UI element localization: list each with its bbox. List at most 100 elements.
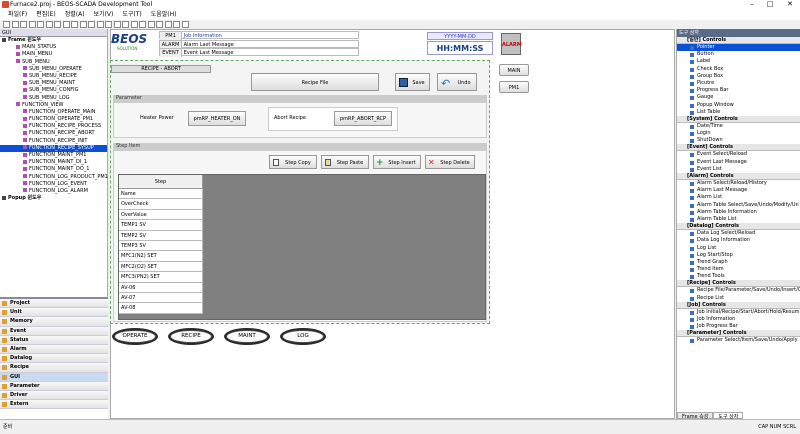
toolbox-item[interactable]: Label (677, 58, 800, 65)
toolbar-button[interactable] (147, 21, 155, 28)
toolbar-button[interactable] (113, 21, 121, 28)
nav-item-memory[interactable]: Memory (0, 317, 108, 327)
close-button[interactable]: ✕ (782, 0, 798, 10)
step-row-label[interactable]: TEMP3 SV (119, 240, 203, 252)
toolbox-item[interactable]: Trend Tools (677, 273, 800, 280)
toolbox-item[interactable]: Recipe File/Parameter/Save/Undo/Insert/C (677, 287, 800, 294)
toolbox-item[interactable]: Event Last Message (677, 159, 800, 166)
toolbox-item[interactable]: Button (677, 51, 800, 58)
toolbox-item[interactable]: Parameter Select/Item/Save/Undo/Apply (677, 337, 800, 344)
toolbox-item[interactable]: List Table (677, 109, 800, 116)
toolbox-item[interactable]: Job Information (677, 316, 800, 323)
step-paste-button[interactable]: Step Paste (321, 155, 369, 169)
panel-tab[interactable]: 도구 상자 (713, 412, 744, 420)
toolbar-button[interactable] (71, 21, 78, 28)
tree-item[interactable]: FUNCTION_MAINT_DO_1 (0, 166, 107, 173)
toolbar-button[interactable] (164, 21, 172, 28)
toolbox-item[interactable]: Trend Graph (677, 259, 800, 266)
tree-item[interactable]: MAIN_STATUS (0, 44, 107, 51)
tree-item[interactable]: SUB_MENU (0, 59, 107, 66)
minimize-button[interactable]: – (744, 0, 760, 10)
save-button[interactable]: Save (395, 73, 430, 91)
nav-item-driver[interactable]: Driver (0, 390, 108, 401)
tree-item[interactable]: FUNCTION_MAINT_DI_1 (0, 159, 107, 166)
toolbar-button[interactable] (54, 21, 61, 28)
toolbar-button[interactable] (122, 21, 129, 28)
toolbar-button[interactable] (79, 21, 87, 28)
tree-item[interactable]: MAIN_MENU (0, 51, 107, 58)
toolbar-button[interactable] (28, 21, 36, 28)
step-row-label[interactable]: AV-06 (119, 282, 203, 293)
toolbox-item[interactable]: Data Log Select/Reload (677, 230, 800, 237)
tree-item[interactable]: Frame 윈도우 (0, 37, 107, 44)
undo-button[interactable]: ↶ Undo (437, 73, 477, 91)
tree-item[interactable]: FUNCTION_RECIPE_PROCESS (0, 123, 107, 130)
menu-item[interactable]: 보기(V) (94, 10, 114, 20)
nav-item-datalog[interactable]: Datalog (0, 354, 108, 364)
toolbox-item[interactable]: Date/Time (677, 123, 800, 130)
toolbox-item[interactable]: Group Box (677, 73, 800, 80)
toolbar-button[interactable] (11, 21, 19, 28)
alarm-button[interactable]: ALARM (501, 33, 522, 55)
toolbar-button[interactable] (20, 21, 27, 28)
tree-item[interactable]: FUNCTION_RECIPE_SYSUP (0, 144, 107, 152)
tree-item[interactable]: SUB_MENU_CONFIG (0, 87, 107, 94)
toolbox-group-header[interactable]: [Alarm] Controls (677, 173, 800, 180)
menu-button-maint[interactable]: MAINT (224, 328, 270, 345)
menu-button-operate[interactable]: OPERATE (112, 328, 158, 345)
toolbox-item[interactable]: Alarm Select/Reload/History (677, 180, 800, 187)
step-insert-button[interactable]: + Step Insert (373, 155, 421, 169)
toolbox-item[interactable]: Alarm Table Information (677, 209, 800, 216)
toolbox-group-header[interactable]: [Datalog] Controls (677, 223, 800, 231)
nav-item-status[interactable]: Status (0, 335, 108, 345)
toolbox-item[interactable]: Event Select/Reload (677, 151, 800, 158)
tree-item[interactable]: FUNCTION_RECIPE_ABORT (0, 130, 107, 137)
main-button[interactable]: MAIN (499, 64, 529, 76)
pm1-button[interactable]: PM1 (499, 81, 529, 93)
tree-item[interactable]: FUNCTION_RECIPE_INIT (0, 138, 107, 145)
toolbar-button[interactable] (173, 21, 180, 28)
toolbox-item[interactable]: Popup Window (677, 102, 800, 109)
menu-item[interactable]: 파일(F) (8, 10, 27, 20)
step-row-label[interactable]: Name (119, 189, 203, 200)
toolbox-item[interactable]: ShutDown (677, 137, 800, 144)
tree-item[interactable]: SUB_MENU_RECIPE (0, 73, 107, 80)
nav-item-alarm[interactable]: Alarm (0, 344, 108, 355)
menu-button-recipe[interactable]: RECIPE (168, 328, 214, 345)
step-delete-button[interactable]: ✕ Step Delete (425, 155, 475, 169)
step-copy-button[interactable]: Step Copy (269, 155, 317, 169)
tree-item[interactable]: FUNCTION_OPERATE_PM1 (0, 116, 107, 123)
nav-item-extern[interactable]: Extern (0, 400, 108, 410)
toolbar-button[interactable] (45, 21, 53, 28)
tree-item[interactable]: Popup 윈도우 (0, 195, 107, 202)
toolbox-item[interactable]: Pointer (677, 44, 800, 52)
nav-item-parameter[interactable]: Parameter (0, 381, 108, 391)
tree-item[interactable]: FUNCTION_OPERATE_MAIN (0, 109, 107, 116)
step-row-label[interactable]: MFC3(PN2) SET (119, 272, 203, 283)
toolbox-item[interactable]: Alarm Table Select/Save/Undo/Modify/Un (677, 202, 800, 209)
toolbox-group-header[interactable]: [Parameter] Controls (677, 330, 800, 338)
tree-item[interactable]: FUNCTION_VIEW (0, 102, 107, 109)
nav-item-gui[interactable]: GUI (0, 372, 108, 382)
nav-item-project[interactable]: Project (0, 299, 108, 309)
toolbar-button[interactable] (37, 21, 44, 28)
tree-item[interactable]: FUNCTION_MAINT_PM1 (0, 152, 107, 159)
toolbox-item[interactable]: Gauge (677, 94, 800, 101)
toolbox-item[interactable]: Progress Bar (677, 87, 800, 94)
menu-button-log[interactable]: LOG (280, 328, 326, 345)
maximize-button[interactable]: □ (762, 0, 778, 10)
step-row-label[interactable]: TEMP2 SV (119, 230, 203, 241)
toolbox-item[interactable]: Job Progress Bar (677, 323, 800, 330)
toolbox-group-header[interactable]: [일반] Controls (677, 37, 800, 44)
toolbar-button[interactable] (156, 21, 163, 28)
toolbar-button[interactable] (130, 21, 138, 28)
toolbox-item[interactable]: Event List (677, 166, 800, 173)
abort-recipe-field[interactable]: pmRP_ABORT_RCP (334, 111, 392, 126)
toolbox-item[interactable]: Recipe List (677, 295, 800, 302)
tree-item[interactable]: SUB_MENU_OPERATE (0, 66, 107, 73)
step-row-label[interactable]: OverCheck (119, 199, 203, 210)
step-row-label[interactable]: MFC2(O2) SET (119, 261, 203, 273)
toolbox-group-header[interactable]: [Event] Controls (677, 144, 800, 152)
nav-item-event[interactable]: Event (0, 326, 108, 336)
toolbox-item[interactable]: Alarm Last Message (677, 187, 800, 194)
